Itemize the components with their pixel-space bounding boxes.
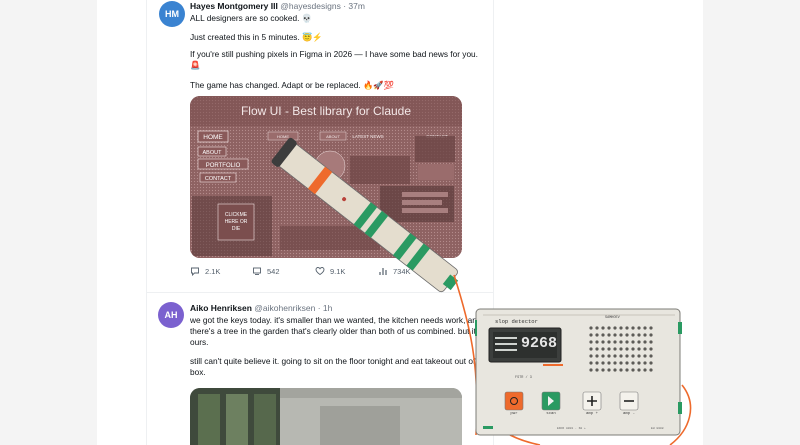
post-image[interactable] — [190, 388, 462, 445]
device-scale: FSTR / 3 — [515, 376, 532, 380]
post-text-line: Just created this in 5 minutes. 😇⚡ — [190, 32, 323, 42]
right-gutter — [703, 0, 800, 445]
svg-text:HERE OR: HERE OR — [225, 219, 248, 225]
post-image-art — [190, 388, 462, 445]
post-text-line: If you're still pushing pixels in Figma … — [190, 49, 478, 70]
power-button[interactable] — [505, 392, 523, 410]
nav-item: ABOUT — [203, 150, 223, 156]
scan-label: scan — [546, 412, 556, 416]
nav-item: PORTFOLIO — [206, 163, 241, 169]
reply-icon — [191, 267, 199, 276]
post-text-line: The game has changed. Adapt or be replac… — [190, 80, 394, 90]
author-name[interactable]: Hayes Montgomery III — [190, 1, 278, 11]
avatar-initials: HM — [165, 9, 179, 19]
reply-count: 2.1K — [205, 266, 221, 276]
device-body — [473, 308, 682, 436]
post-header: Aiko Henriksen @aikohenriksen · 1h — [190, 303, 332, 313]
avatar[interactable]: AH — [158, 302, 184, 328]
nav-item: HOME — [203, 134, 223, 141]
amp-down-label: amp - — [622, 412, 635, 416]
slop-detector-device: slop detector SAMHOEV 9268 FSTR / 3 pwr … — [473, 308, 682, 436]
post-text-line: ALL designers are so cooked. 💀 — [190, 13, 313, 23]
screen: HM Hayes Montgomery III @hayesdesigns · … — [0, 0, 800, 445]
amp-up-label: amp + — [585, 412, 598, 416]
svg-text:CLICKME: CLICKME — [225, 212, 248, 218]
avatar[interactable]: HM — [159, 1, 185, 27]
left-gutter — [0, 0, 97, 445]
post-header: Hayes Montgomery III @hayesdesigns · 37m — [190, 1, 365, 11]
reply-button[interactable]: 2.1K — [190, 266, 220, 276]
device-reading: 9268 — [521, 335, 558, 352]
nav-item: CONTACT — [205, 176, 232, 182]
svg-text:DIE: DIE — [232, 226, 241, 232]
scan-button[interactable] — [542, 392, 560, 410]
device-brand: SAMHOEV — [605, 316, 620, 320]
device-label: slop detector — [495, 318, 538, 325]
pwr-label: pwr — [510, 412, 518, 416]
post-time[interactable]: · 37m — [343, 1, 365, 11]
scanner-wand — [271, 137, 459, 293]
media-title: Flow UI - Best library for Claude — [241, 104, 411, 118]
amp-down-button[interactable] — [620, 392, 638, 410]
post-time[interactable]: · 1h — [318, 303, 333, 313]
amp-up-button[interactable] — [583, 392, 601, 410]
avatar-initials: AH — [164, 310, 178, 320]
author-handle[interactable]: @aikohenriksen — [254, 303, 315, 313]
device-footer-right: EH 8008 — [651, 427, 664, 430]
author-name[interactable]: Aiko Henriksen — [190, 303, 252, 313]
device-footer: ENCO A001 · 60 + — [557, 427, 586, 430]
author-handle[interactable]: @hayesdesigns — [280, 1, 341, 11]
